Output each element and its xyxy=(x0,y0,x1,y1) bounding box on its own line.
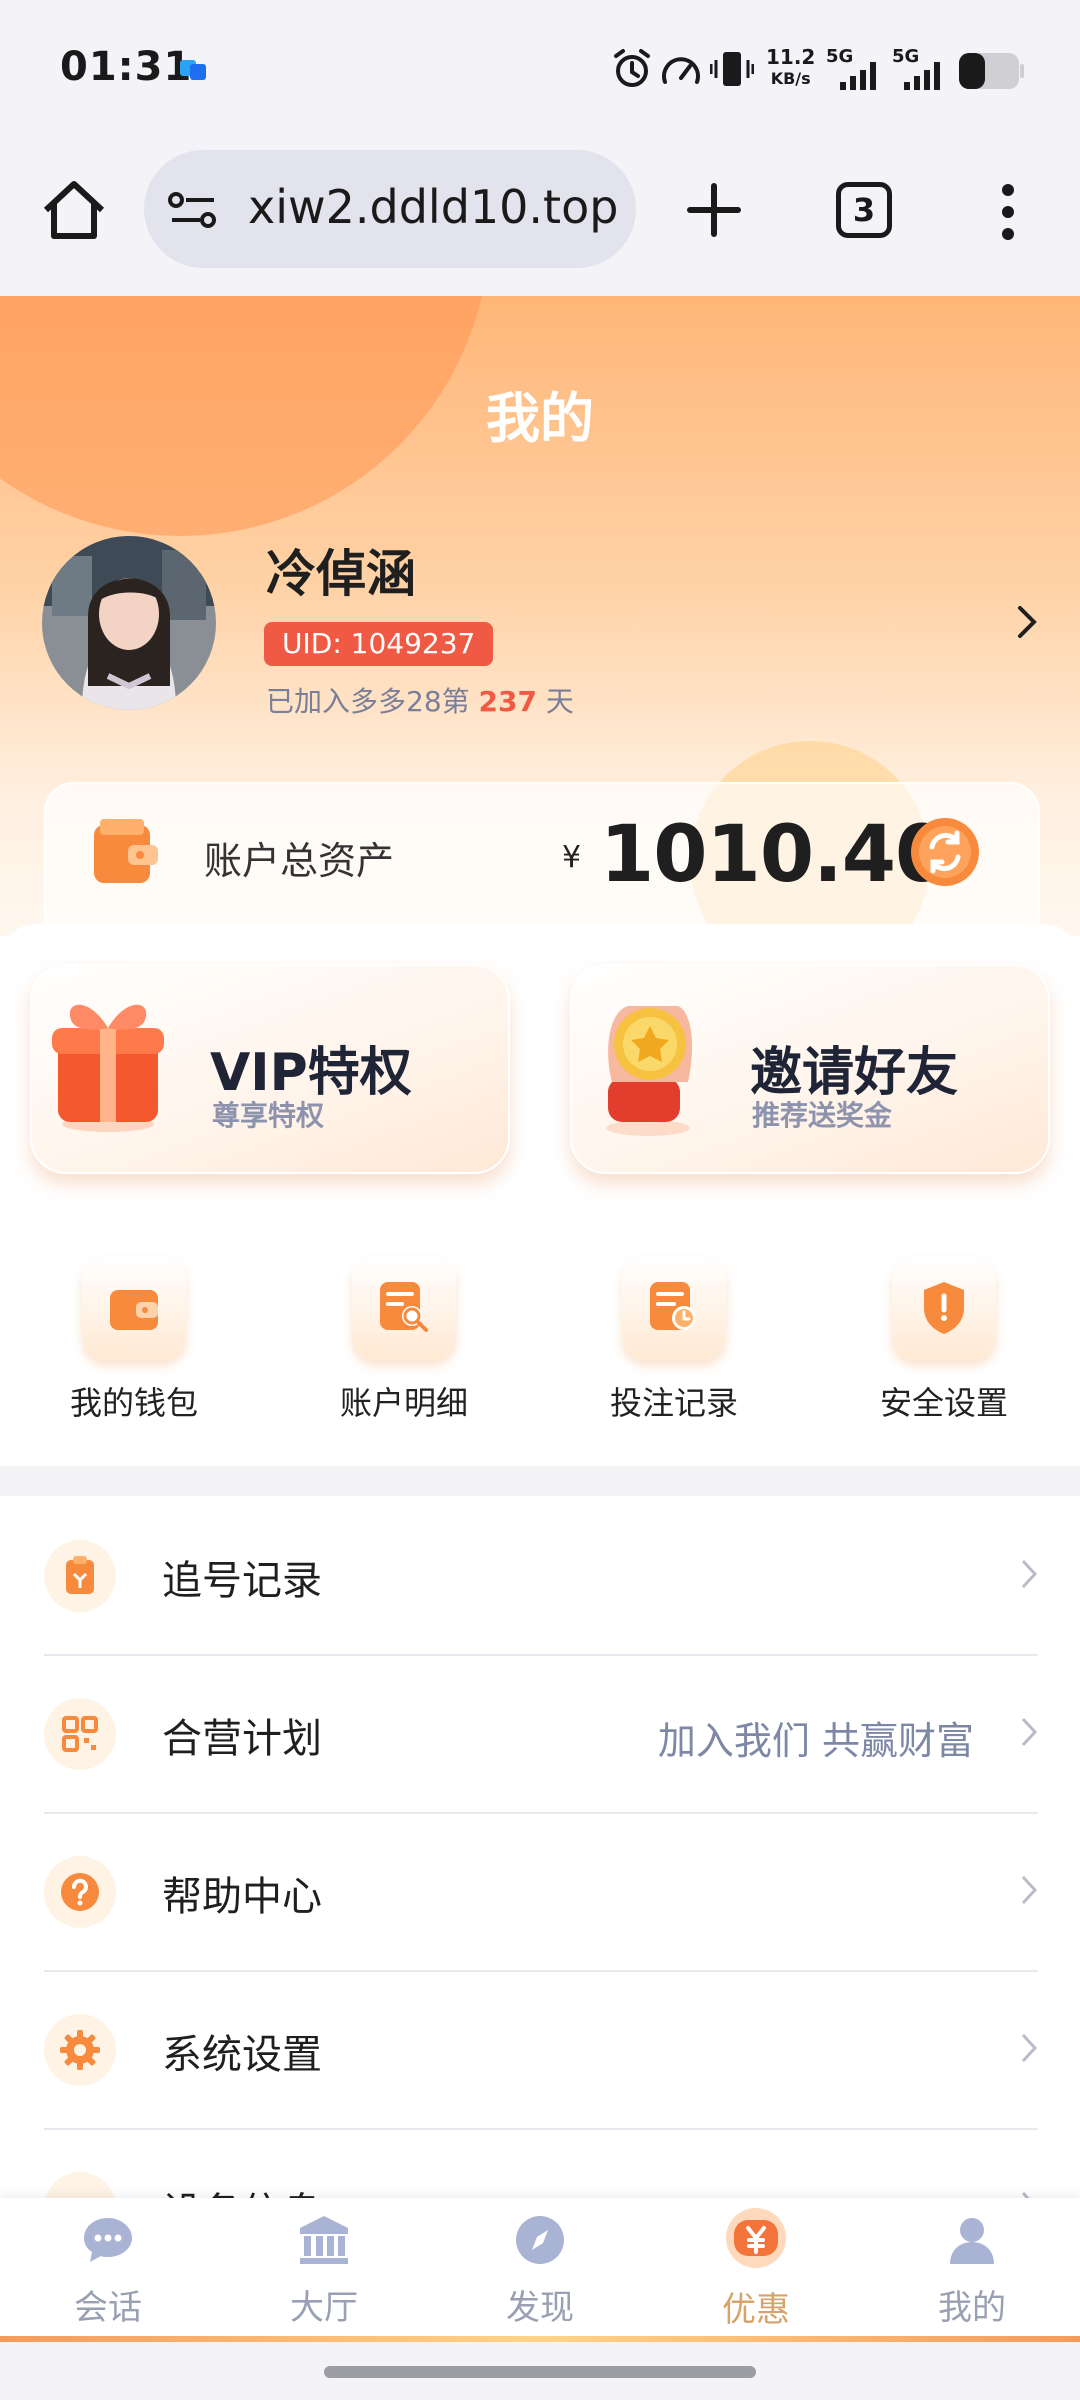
chevron-right-icon xyxy=(1021,2033,1038,2063)
qr-code-icon xyxy=(44,1698,116,1770)
chevron-right-icon xyxy=(1021,1875,1038,1905)
battery-icon xyxy=(959,53,1024,89)
uid-badge: UID: 1049237 xyxy=(264,622,494,666)
quick-action-account-detail[interactable]: 账户明细 xyxy=(304,1256,504,1424)
new-tab-icon[interactable] xyxy=(684,180,744,240)
bank-icon xyxy=(300,2216,348,2264)
avatar[interactable] xyxy=(42,536,216,710)
signal2-icon xyxy=(904,62,940,90)
menu-item-partner-plan[interactable]: 合营计划 加入我们 共赢财富 xyxy=(44,1654,1038,1814)
quick-action-bet-record[interactable]: 投注记录 xyxy=(574,1256,774,1424)
menu-label: 系统设置 xyxy=(162,2032,322,2078)
menu-item-help-center[interactable]: 帮助中心 xyxy=(44,1812,1038,1972)
assets-label: 账户总资产 xyxy=(204,839,395,883)
alarm-icon xyxy=(614,49,650,87)
username: 冷倬涵 xyxy=(266,545,416,603)
more-menu-icon[interactable] xyxy=(996,182,1020,242)
net-speed-unit: KB/s xyxy=(770,69,811,88)
quick-action-wallet[interactable]: 我的钱包 xyxy=(34,1256,234,1424)
menu-label: 合营计划 xyxy=(162,1716,322,1762)
wallet-icon xyxy=(94,819,158,883)
avatar-image xyxy=(42,536,216,710)
joined-info: 已加入多多28第 237 天 xyxy=(266,680,574,720)
quick-action-security[interactable]: 安全设置 xyxy=(844,1256,1044,1424)
menu-item-chase-record[interactable]: 追号记录 xyxy=(44,1496,1038,1656)
nav-label: 发现 xyxy=(506,2288,574,2328)
nav-label: 大厅 xyxy=(290,2288,358,2328)
coin-hand-icon xyxy=(606,1006,693,1136)
speed-icon xyxy=(662,57,700,84)
page-title: 我的 xyxy=(486,387,594,450)
menu-label: 帮助中心 xyxy=(162,1874,322,1920)
notification-icon xyxy=(180,60,206,80)
nav-discover[interactable]: 发现 xyxy=(432,2212,648,2329)
gesture-handle[interactable] xyxy=(324,2366,756,2378)
chevron-right-icon xyxy=(1021,1559,1038,1589)
quick-action-label: 安全设置 xyxy=(879,1384,1008,1422)
clipboard-icon xyxy=(44,1540,116,1612)
menu-hint: 加入我们 共赢财富 xyxy=(657,1719,974,1763)
net-speed-value: 11.2 xyxy=(766,45,816,69)
account-search-icon xyxy=(352,1256,456,1360)
joined-suffix: 天 xyxy=(545,685,574,718)
quick-action-label: 我的钱包 xyxy=(69,1384,198,1422)
quick-action-label: 账户明细 xyxy=(339,1384,468,1422)
joined-days: 237 xyxy=(478,685,537,718)
site-settings-icon[interactable] xyxy=(168,190,218,230)
chevron-right-icon[interactable] xyxy=(1014,604,1040,640)
currency-symbol: ¥ xyxy=(562,840,582,875)
discount-icon xyxy=(726,2208,786,2268)
nav-chat[interactable]: 会话 xyxy=(0,2212,216,2329)
vip-subtitle: 尊享特权 xyxy=(212,1099,325,1132)
tab-switcher-button[interactable]: 3 xyxy=(836,182,892,238)
shield-icon xyxy=(892,1256,996,1360)
chat-icon xyxy=(84,2218,132,2262)
user-icon xyxy=(950,2218,994,2264)
bet-record-icon xyxy=(622,1256,726,1360)
menu-label: 追号记录 xyxy=(162,1558,322,1604)
nav-hall[interactable]: 大厅 xyxy=(216,2212,432,2329)
joined-prefix: 已加入多多28第 xyxy=(266,685,470,718)
wallet-icon xyxy=(82,1256,186,1360)
url-text[interactable]: xiw2.ddld10.top xyxy=(248,180,618,234)
section-divider xyxy=(0,1466,1080,1496)
invite-card[interactable]: 邀请好友 推荐送奖金 xyxy=(570,964,1050,1174)
quick-action-label: 投注记录 xyxy=(609,1384,738,1422)
refresh-icon[interactable] xyxy=(910,817,980,887)
nav-label: 我的 xyxy=(938,2288,1006,2328)
nav-label: 会话 xyxy=(74,2288,142,2328)
nav-promotions[interactable]: 优惠 xyxy=(648,2208,864,2331)
home-icon[interactable] xyxy=(40,178,108,242)
invite-subtitle: 推荐送奖金 xyxy=(752,1099,893,1132)
help-icon xyxy=(44,1856,116,1928)
nav-mine[interactable]: 我的 xyxy=(864,2212,1080,2329)
compass-icon xyxy=(516,2216,564,2264)
nav-label: 优惠 xyxy=(722,2290,790,2330)
gear-icon xyxy=(44,2014,116,2086)
vip-card[interactable]: VIP特权 尊享特权 xyxy=(30,964,510,1174)
vibrate-icon xyxy=(710,52,754,86)
chevron-right-icon xyxy=(1021,1717,1038,1747)
signal1-icon xyxy=(840,62,876,90)
assets-value: 1010.40 xyxy=(600,810,949,900)
gift-box-icon xyxy=(52,1004,164,1132)
status-time: 01:31 xyxy=(60,44,193,90)
menu-item-system-settings[interactable]: 系统设置 xyxy=(44,1970,1038,2130)
net-speed: 11.2 KB/s xyxy=(766,46,815,90)
